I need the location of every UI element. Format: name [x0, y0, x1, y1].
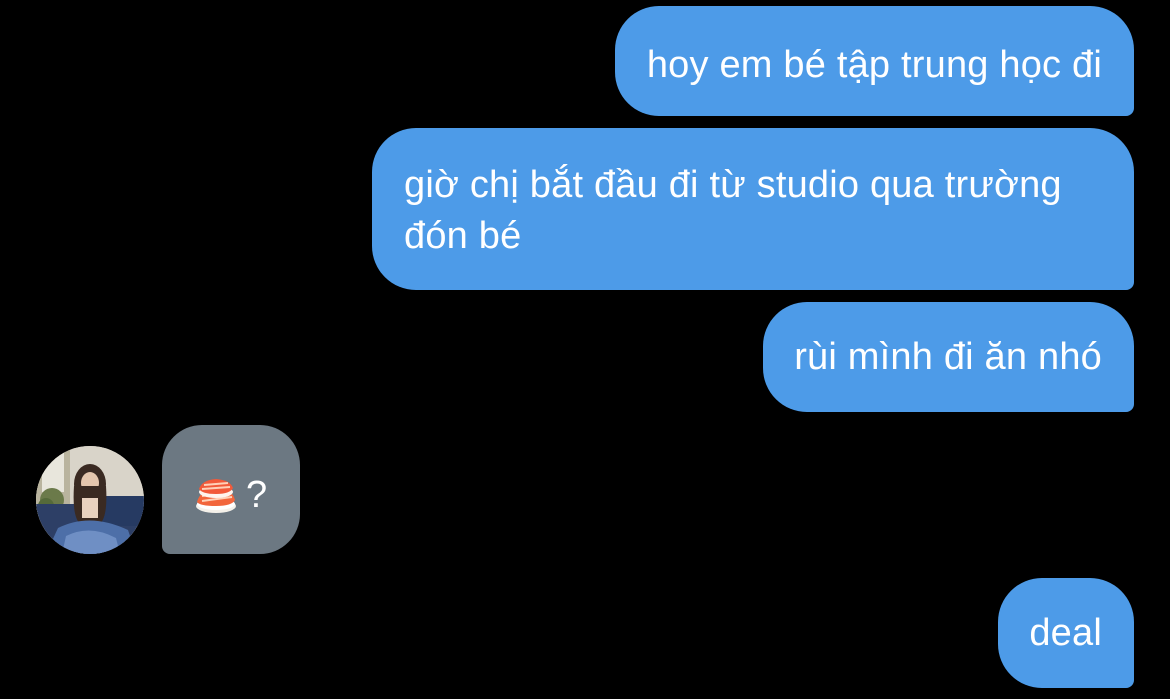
message-text: deal: [1029, 612, 1102, 654]
outgoing-message-bubble[interactable]: deal: [998, 578, 1134, 688]
message-text: ?: [246, 474, 268, 517]
outgoing-message-bubble[interactable]: giờ chị bắt đầu đi từ studio qua trường …: [372, 128, 1134, 290]
message-text: hoy em bé tập trung học đi: [646, 44, 1102, 86]
sushi-icon: [196, 478, 236, 513]
message-text: giờ chị bắt đầu đi từ studio qua trường …: [404, 164, 1062, 257]
incoming-message-bubble[interactable]: ?: [162, 425, 300, 554]
outgoing-message-bubble[interactable]: hoy em bé tập trung học đi: [614, 6, 1134, 116]
message-text: rùi mình đi ăn nhó: [794, 336, 1102, 378]
contact-avatar[interactable]: [36, 446, 144, 554]
avatar-photo: [36, 446, 144, 554]
outgoing-message-bubble[interactable]: rùi mình đi ăn nhó: [763, 302, 1134, 412]
